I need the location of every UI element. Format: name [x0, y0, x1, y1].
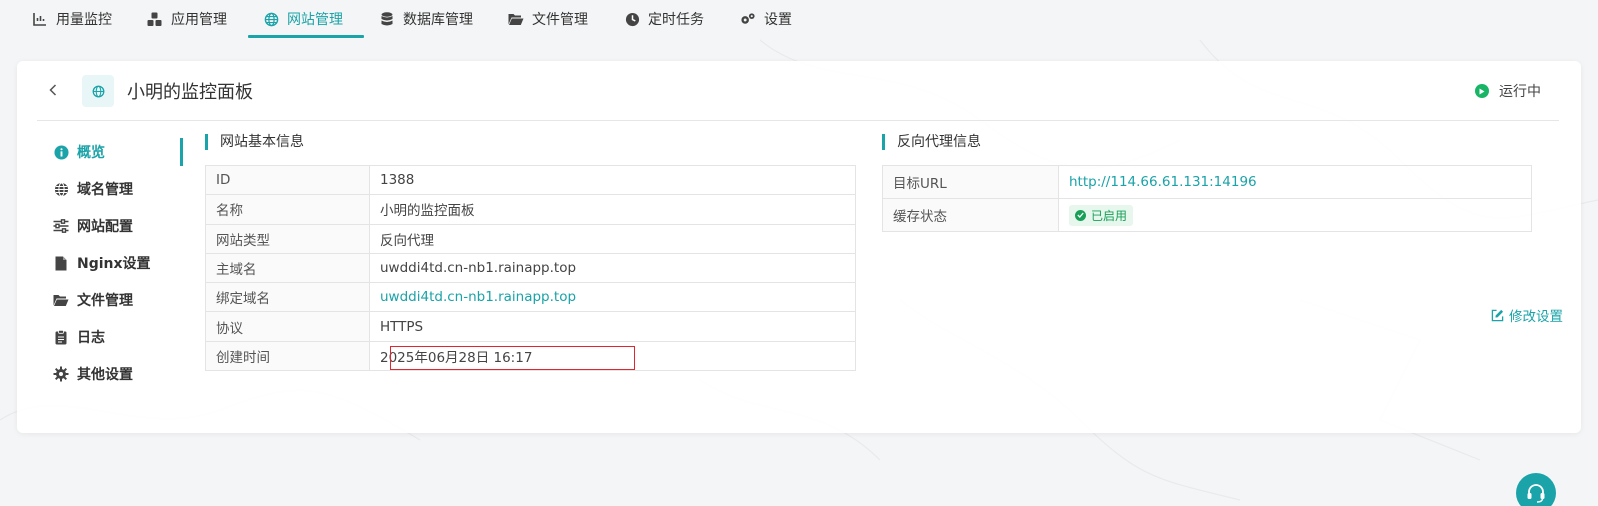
table-row: 缓存状态 已启用	[882, 198, 1532, 232]
globe-icon	[263, 11, 279, 27]
side-item-label: 概览	[77, 145, 105, 161]
row-key: 协议	[205, 311, 370, 342]
tab-label: 设置	[764, 12, 792, 28]
tab-label: 网站管理	[287, 12, 343, 28]
card-header: 小明的监控面板 运行中	[17, 61, 1581, 121]
status-text: 运行中	[1499, 84, 1541, 100]
gear-icon	[53, 366, 69, 382]
row-value: uwddi4td.cn-nb1.rainapp.top	[369, 252, 856, 284]
side-item-label: 日志	[77, 330, 105, 346]
website-detail-card: 小明的监控面板 运行中 概览 域名管理 网站配置 Nginx设置 文件管理 日志…	[17, 61, 1581, 433]
chevron-left-icon	[49, 84, 57, 96]
side-item-label: 域名管理	[77, 182, 133, 198]
database-icon	[379, 11, 395, 27]
basic-info-title: 网站基本信息	[205, 134, 304, 150]
side-item-label: Nginx设置	[77, 256, 151, 272]
row-key: 网站类型	[205, 223, 370, 254]
play-circle-icon	[1475, 84, 1489, 98]
side-item-overview[interactable]: 概览	[53, 138, 183, 166]
row-key: 主域名	[205, 252, 370, 284]
customer-support-button[interactable]	[1516, 473, 1556, 506]
edit-settings-label: 修改设置	[1509, 309, 1563, 325]
tab-file-management[interactable]: 文件管理	[508, 0, 588, 38]
table-row: 创建时间 2025年06月28日 16:17	[205, 340, 856, 372]
table-row: 名称 小明的监控面板	[205, 194, 856, 225]
top-navigation: 用量监控 应用管理 网站管理 数据库管理 文件管理 定时任务 设置	[0, 0, 1598, 40]
side-item-label: 其他设置	[77, 367, 133, 383]
cache-status-text: 已启用	[1091, 208, 1128, 223]
side-item-domains[interactable]: 域名管理	[53, 175, 183, 203]
file-icon	[53, 255, 69, 271]
table-row: 绑定域名 uwddi4td.cn-nb1.rainapp.top	[205, 282, 856, 313]
back-button[interactable]	[45, 81, 61, 99]
tab-scheduled-tasks[interactable]: 定时任务	[624, 0, 704, 38]
row-key: 创建时间	[205, 340, 370, 372]
edit-icon	[1491, 309, 1504, 321]
info-circle-icon	[53, 144, 69, 160]
row-key: 名称	[205, 194, 370, 225]
row-key: 目标URL	[882, 165, 1059, 199]
side-item-files[interactable]: 文件管理	[53, 286, 183, 314]
site-globe-icon	[82, 75, 114, 107]
status-indicator: 运行中	[1475, 81, 1541, 101]
proxy-info-table: 目标URL http://114.66.61.131:14196 缓存状态 已启…	[882, 165, 1532, 232]
sliders-icon	[53, 218, 69, 234]
edit-settings-button[interactable]: 修改设置	[1491, 305, 1563, 325]
check-circle-icon	[1075, 209, 1086, 221]
table-row: 主域名 uwddi4td.cn-nb1.rainapp.top	[205, 252, 856, 284]
table-row: 网站类型 反向代理	[205, 223, 856, 254]
row-key: 缓存状态	[882, 198, 1059, 232]
tab-label: 用量监控	[56, 12, 112, 28]
clipboard-icon	[53, 329, 69, 345]
table-row: 目标URL http://114.66.61.131:14196	[882, 165, 1532, 199]
headset-icon	[1527, 484, 1545, 503]
gears-icon	[740, 11, 756, 27]
row-value: 2025年06月28日 16:17	[369, 340, 856, 372]
active-tab-indicator	[248, 35, 364, 38]
side-item-site-config[interactable]: 网站配置	[53, 212, 183, 240]
bar-chart-icon	[32, 11, 48, 27]
bound-domain-link[interactable]: uwddi4td.cn-nb1.rainapp.top	[380, 289, 576, 305]
proxy-info-title: 反向代理信息	[882, 134, 981, 150]
folder-open-icon	[53, 292, 69, 308]
page-title: 小明的监控面板	[127, 82, 253, 103]
tab-label: 应用管理	[171, 12, 227, 28]
tab-database-management[interactable]: 数据库管理	[379, 0, 473, 38]
tab-label: 定时任务	[648, 12, 704, 28]
basic-info-table: ID 1388 名称 小明的监控面板 网站类型 反向代理 主域名 uwddi4t…	[205, 164, 856, 372]
folder-open-icon	[508, 11, 524, 27]
row-value: 1388	[369, 164, 856, 196]
tab-website-management[interactable]: 网站管理	[263, 0, 343, 38]
row-key: ID	[205, 164, 370, 196]
side-item-other-settings[interactable]: 其他设置	[53, 360, 183, 388]
side-item-label: 网站配置	[77, 219, 133, 235]
table-row: ID 1388	[205, 164, 856, 196]
side-item-nginx[interactable]: Nginx设置	[53, 249, 183, 277]
target-url-link[interactable]: http://114.66.61.131:14196	[1069, 174, 1257, 190]
table-row: 协议 HTTPS	[205, 311, 856, 342]
tab-app-management[interactable]: 应用管理	[147, 0, 227, 38]
globe-icon	[53, 181, 69, 197]
clock-icon	[624, 11, 640, 27]
tab-usage-monitor[interactable]: 用量监控	[32, 0, 112, 38]
cubes-icon	[147, 11, 163, 27]
row-value: HTTPS	[369, 311, 856, 342]
status-badge: 已启用	[1069, 204, 1134, 226]
tab-label: 数据库管理	[403, 12, 473, 28]
row-key: 绑定域名	[205, 282, 370, 313]
tab-label: 文件管理	[532, 12, 588, 28]
side-item-label: 文件管理	[77, 293, 133, 309]
side-item-logs[interactable]: 日志	[53, 323, 183, 351]
header-divider	[37, 120, 1559, 121]
row-value: 小明的监控面板	[369, 194, 856, 225]
row-value: 反向代理	[369, 223, 856, 254]
tab-settings[interactable]: 设置	[740, 0, 792, 38]
